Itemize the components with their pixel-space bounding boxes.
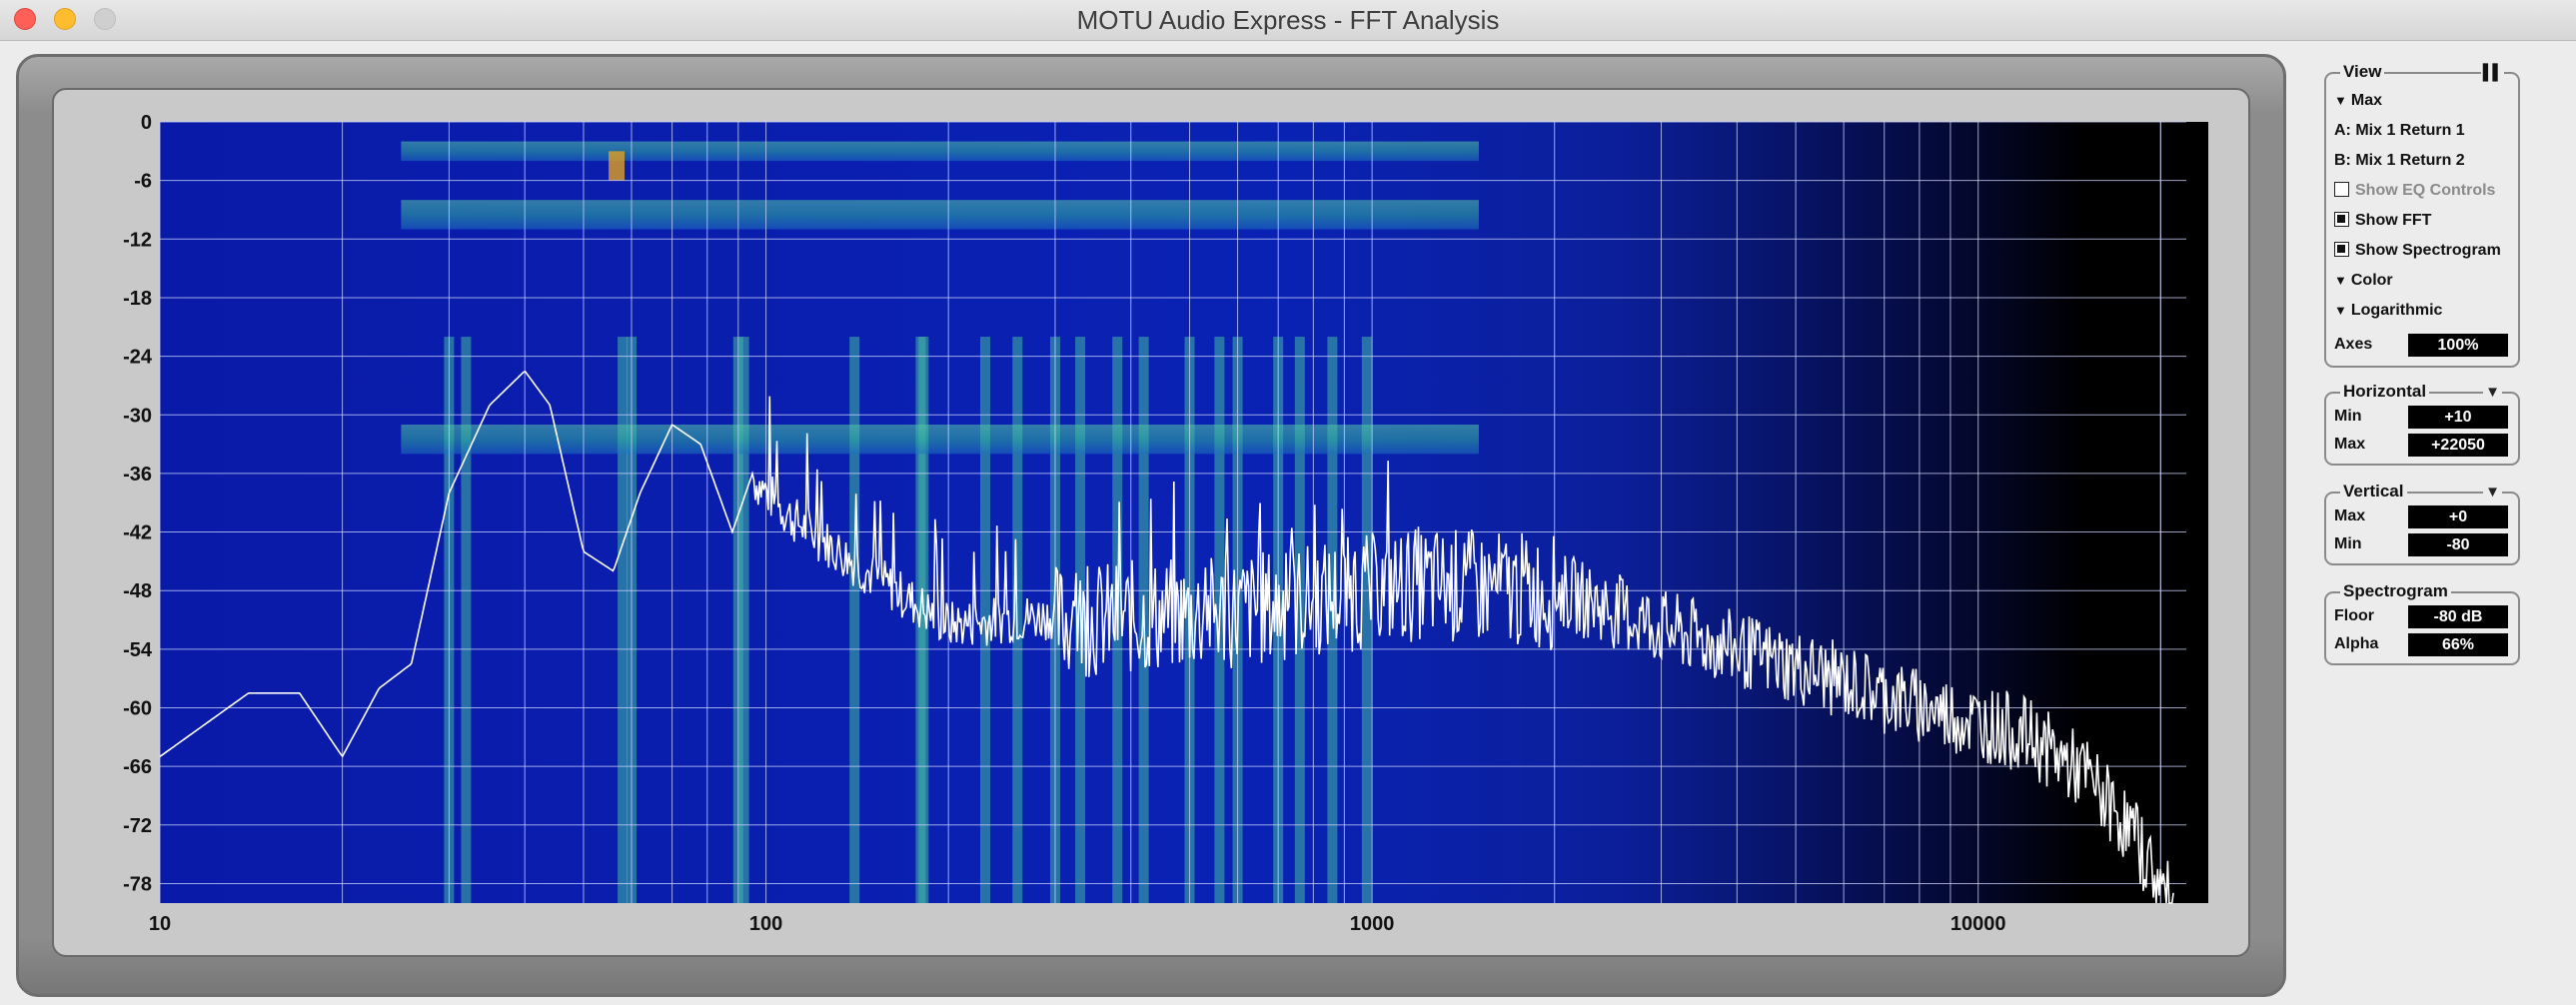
- horizontal-max-field[interactable]: +22050: [2408, 434, 2508, 457]
- x-tick-label: 10000: [1950, 913, 2006, 935]
- horizontal-panel-title: Horizontal: [2340, 382, 2430, 402]
- checkbox-checked-icon: [2334, 242, 2349, 257]
- y-tick-label: -72: [123, 815, 152, 837]
- vertical-max-field[interactable]: +0: [2408, 505, 2508, 528]
- show-fft-label: Show FFT: [2355, 212, 2432, 229]
- horizontal-max-label: Max: [2334, 436, 2366, 453]
- spectrogram-floor-label: Floor: [2334, 607, 2374, 624]
- view-panel-title: View: [2340, 62, 2385, 82]
- horizontal-panel: Horizontal ▼ Min +10 Max +22050: [2324, 382, 2520, 466]
- y-tick-label: -42: [123, 522, 152, 544]
- x-tick-label: 10: [149, 913, 171, 935]
- y-tick-label: -54: [123, 639, 153, 661]
- spectrogram-streak: [618, 337, 629, 903]
- y-tick-label: -12: [123, 229, 152, 251]
- trace-b-label[interactable]: B: Mix 1 Return 2: [2334, 152, 2465, 170]
- y-tick-label: -60: [123, 698, 152, 720]
- spectrogram-band: [401, 200, 1479, 230]
- spectrogram-alpha-field[interactable]: 66%: [2408, 633, 2508, 656]
- spectrogram-streak: [461, 337, 472, 903]
- plot-right-margin: [2186, 122, 2208, 903]
- vertical-max-label: Max: [2334, 507, 2366, 524]
- pause-icon[interactable]: ▌▌: [2480, 64, 2504, 81]
- y-tick-label: -24: [123, 347, 153, 369]
- title-bar: MOTU Audio Express - FFT Analysis: [0, 0, 2576, 41]
- trace-a-label[interactable]: A: Mix 1 Return 1: [2334, 122, 2465, 140]
- vertical-panel: Vertical ▼ Max +0 Min -80: [2324, 482, 2520, 565]
- color-disclosure[interactable]: ▼ Color: [2334, 272, 2393, 290]
- window-title: MOTU Audio Express - FFT Analysis: [1076, 5, 1500, 35]
- vertical-min-label: Min: [2334, 535, 2362, 552]
- spectrogram-alpha-label: Alpha: [2334, 635, 2379, 652]
- spectrogram-band: [401, 425, 1479, 455]
- y-tick-label: -30: [123, 405, 152, 427]
- y-tick-label: -78: [123, 873, 152, 895]
- y-tick-label: -48: [123, 580, 152, 602]
- spectrogram-panel-title: Spectrogram: [2340, 581, 2451, 601]
- vertical-panel-title: Vertical: [2340, 482, 2407, 502]
- logarithmic-disclosure[interactable]: ▼ Logarithmic: [2334, 302, 2442, 320]
- x-tick-label: 1000: [1350, 913, 1395, 935]
- checkbox-icon: [2334, 182, 2349, 197]
- show-fft-checkbox[interactable]: Show FFT: [2334, 212, 2431, 230]
- max-disclosure[interactable]: ▼ Max: [2334, 92, 2382, 110]
- show-eq-controls-checkbox[interactable]: Show EQ Controls: [2334, 182, 2495, 200]
- show-spectrogram-checkbox[interactable]: Show Spectrogram: [2334, 242, 2501, 260]
- horizontal-min-field[interactable]: +10: [2408, 406, 2508, 429]
- horizontal-min-label: Min: [2334, 408, 2362, 425]
- axes-value-field[interactable]: 100%: [2408, 334, 2508, 357]
- view-panel: View ▌▌ ▼ Max A: Mix 1 Return 1 B: Mix 1 …: [2324, 62, 2520, 368]
- spectrogram-streak: [738, 337, 749, 903]
- spectrogram-floor-field[interactable]: -80 dB: [2408, 605, 2508, 628]
- vertical-min-field[interactable]: -80: [2408, 533, 2508, 556]
- spectrogram-streak: [1361, 337, 1372, 903]
- spectrogram-band: [401, 141, 1479, 162]
- fft-plot[interactable]: 0 -6 -12 -18 -24 -30 -36 -42 -48 -54 -60 -66 -72 -78 1…: [54, 90, 2248, 955]
- triangle-down-icon: ▼: [2334, 93, 2347, 108]
- chevron-down-icon[interactable]: ▼: [2483, 484, 2502, 501]
- chevron-down-icon[interactable]: ▼: [2483, 384, 2502, 401]
- color-disclosure-label: Color: [2350, 272, 2393, 289]
- spectrogram-hotspot: [609, 151, 626, 181]
- y-tick-label: -36: [123, 464, 152, 486]
- show-eq-controls-label: Show EQ Controls: [2355, 182, 2496, 199]
- y-tick-label: -66: [123, 756, 152, 778]
- spectrogram-panel: Spectrogram Floor -80 dB Alpha 66%: [2324, 581, 2520, 665]
- logarithmic-disclosure-label: Logarithmic: [2350, 302, 2443, 319]
- triangle-down-icon: ▼: [2334, 273, 2347, 288]
- y-tick-label: 0: [141, 112, 152, 134]
- show-spectrogram-label: Show Spectrogram: [2355, 242, 2501, 259]
- y-tick-label: -18: [123, 288, 152, 310]
- y-tick-label: -6: [134, 171, 152, 193]
- x-tick-label: 100: [749, 913, 782, 935]
- triangle-down-icon: ▼: [2334, 303, 2347, 318]
- max-disclosure-label: Max: [2350, 92, 2382, 109]
- checkbox-checked-icon: [2334, 212, 2349, 227]
- spectrogram-streak: [849, 337, 860, 903]
- plot-area[interactable]: 0 -6 -12 -18 -24 -30 -36 -42 -48 -54 -60 -66 -72 -78 1…: [52, 88, 2250, 957]
- axes-label: Axes: [2334, 336, 2373, 353]
